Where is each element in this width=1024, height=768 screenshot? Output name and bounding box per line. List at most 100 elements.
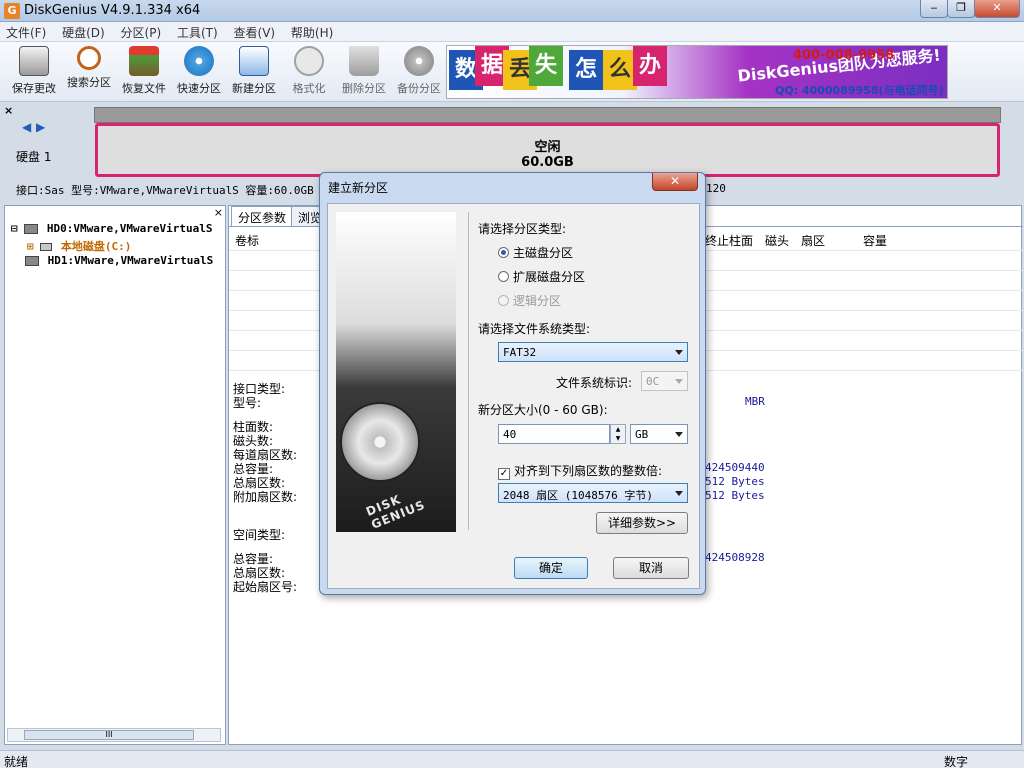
col-head[interactable]: 磁头 — [765, 232, 789, 249]
partition-icon — [40, 243, 53, 251]
value-total-bytes: 424509440 — [705, 461, 765, 474]
dialog-close-button[interactable]: ✕ — [652, 173, 698, 191]
tree-item-hd1-label: HD1:VMware,VMwareVirtualS — [47, 254, 214, 267]
menu-help[interactable]: 帮助(H) — [285, 22, 339, 43]
tree-item-hd0[interactable]: ⊟ HD0:VMware,VMwareVirtualS — [11, 222, 212, 235]
hard-disk-icon — [24, 224, 39, 234]
radio-logical-label: 逻辑分区 — [513, 294, 562, 308]
new-partition-icon — [239, 46, 269, 76]
align-checkbox-row[interactable]: ✓ 对齐到下列扇区数的整数倍: — [498, 462, 662, 480]
radio-disabled-icon — [498, 295, 509, 306]
size-label: 新分区大小(0 - 60 GB): — [478, 403, 608, 417]
search-icon — [77, 46, 101, 70]
scrollbar-thumb[interactable]: III — [24, 730, 194, 740]
recover-files-label: 恢复文件 — [122, 82, 166, 95]
size-unit-value: GB — [635, 428, 649, 441]
fs-type-select[interactable]: FAT32 — [498, 342, 688, 362]
chevron-down-icon — [675, 432, 683, 437]
quick-partition-button[interactable]: 快速分区 — [171, 46, 227, 98]
delete-partition-label: 删除分区 — [342, 82, 386, 95]
format-button[interactable]: 格式化 — [281, 46, 337, 98]
tree-close-icon[interactable]: × — [214, 206, 223, 219]
window-title: DiskGenius V4.9.1.334 x64 — [24, 3, 201, 18]
backup-icon — [404, 46, 434, 76]
delete-partition-button[interactable]: 删除分区 — [336, 46, 392, 98]
size-stepper[interactable]: ▲ ▼ — [610, 424, 626, 444]
backup-partition-button[interactable]: 备份分区 — [391, 46, 447, 98]
label-space-type: 空间类型: — [233, 528, 286, 542]
partition-size-input[interactable]: 40 — [498, 424, 610, 444]
radio-extended-label: 扩展磁盘分区 — [513, 270, 586, 284]
chevron-down-icon — [675, 350, 683, 355]
tab-partition-params[interactable]: 分区参数 — [231, 206, 294, 226]
format-icon — [294, 46, 324, 76]
expand-icon[interactable]: ⊞ — [27, 240, 34, 253]
free-space-size: 60.0GB — [521, 155, 574, 170]
menu-view[interactable]: 查看(V) — [228, 22, 282, 43]
new-partition-button[interactable]: 新建分区 — [226, 46, 282, 98]
fs-id-label: 文件系统标识: — [556, 376, 633, 390]
cancel-button[interactable]: 取消 — [613, 557, 689, 579]
hard-disk-icon — [25, 256, 39, 266]
menu-tools[interactable]: 工具(T) — [171, 22, 224, 43]
free-space-block[interactable]: 空闲 60.0GB — [95, 123, 1000, 177]
ad-char-7: 办 — [633, 46, 667, 86]
align-sectors-value: 2048 扇区 (1048576 字节) — [503, 489, 653, 502]
align-sectors-select[interactable]: 2048 扇区 (1048576 字节) — [498, 483, 688, 503]
ad-char-4: 失 — [529, 46, 563, 86]
radio-extended-partition[interactable]: 扩展磁盘分区 — [498, 268, 585, 285]
ad-phone-number: 400-008-9958 — [793, 48, 895, 63]
ad-banner[interactable]: 数 据 丢 失 怎 么 办 DiskGenius团队为您服务! 400-008-… — [446, 45, 948, 99]
ok-button[interactable]: 确定 — [514, 557, 588, 579]
dialog-body: DISK GENIUS 请选择分区类型: 主磁盘分区 扩展磁盘分区 逻辑分区 请… — [327, 203, 700, 589]
size-unit-select[interactable]: GB — [630, 424, 688, 444]
tree-item-hd1[interactable]: HD1:VMware,VMwareVirtualS — [25, 254, 213, 267]
quick-partition-label: 快速分区 — [177, 82, 221, 95]
delete-icon — [349, 46, 379, 76]
save-changes-button[interactable]: 保存更改 — [6, 46, 62, 98]
maximize-button[interactable]: ❐ — [947, 0, 975, 18]
radio-primary-partition[interactable]: 主磁盘分区 — [498, 244, 573, 261]
tree-horizontal-scrollbar[interactable]: III — [7, 728, 221, 742]
dialog-separator — [468, 212, 469, 530]
menu-disk[interactable]: 硬盘(D) — [56, 22, 111, 43]
minimize-button[interactable]: ‒ — [920, 0, 948, 18]
label-extra-sectors: 附加扇区数: — [233, 490, 298, 504]
menu-bar: 文件(F) 硬盘(D) 分区(P) 工具(T) 查看(V) 帮助(H) — [0, 22, 1024, 42]
recover-files-button[interactable]: 恢复文件 — [116, 46, 172, 98]
col-volume-label[interactable]: 卷标 — [235, 232, 259, 249]
col-sector[interactable]: 扇区 — [801, 232, 825, 249]
fs-id-value: 0C — [646, 375, 660, 388]
new-partition-dialog: 建立新分区 ✕ DISK GENIUS 请选择分区类型: 主磁盘分区 扩展磁盘分… — [319, 172, 706, 595]
collapse-icon[interactable]: ⊟ — [11, 222, 18, 235]
col-end-cylinder[interactable]: 终止柱面 — [705, 232, 753, 249]
next-disk-icon[interactable]: ▶ — [36, 120, 45, 134]
menu-partition[interactable]: 分区(P) — [115, 22, 168, 43]
radio-primary-label: 主磁盘分区 — [513, 246, 574, 260]
search-partition-button[interactable]: 搜索分区 — [61, 46, 117, 98]
fs-type-value: FAT32 — [503, 346, 537, 359]
hard-disk-illustration: DISK GENIUS — [336, 212, 456, 532]
previous-disk-icon[interactable]: ◀ — [22, 120, 31, 134]
chevron-down-icon — [675, 491, 683, 496]
backup-partition-label: 备份分区 — [397, 82, 441, 95]
ad-char-6: 么 — [603, 50, 637, 90]
value-sector-size: 512 Bytes — [705, 475, 765, 488]
tree-item-partition-c[interactable]: ⊞ 本地磁盘(C:) — [27, 238, 131, 254]
value-physical-sector-size: 512 Bytes — [705, 489, 765, 502]
radio-unchecked-icon[interactable] — [498, 271, 509, 282]
ad-qq-number: QQ: 4000089958(与电话同号) — [775, 84, 944, 97]
disk-info-text: 接口:Sas 型号:VMware,VMwareVirtualS 容量:60.0G… — [16, 184, 314, 197]
col-capacity[interactable]: 容量 — [863, 232, 887, 249]
menu-file[interactable]: 文件(F) — [0, 22, 52, 43]
align-label: 对齐到下列扇区数的整数倍: — [514, 464, 663, 478]
advanced-params-button[interactable]: 详细参数>> — [596, 512, 688, 534]
close-window-button[interactable]: ✕ — [974, 0, 1020, 18]
title-bar: G DiskGenius V4.9.1.334 x64 ‒ ❐ ✕ — [0, 0, 1024, 22]
align-checkbox[interactable]: ✓ — [498, 468, 510, 480]
free-space-name: 空闲 — [534, 140, 561, 155]
format-label: 格式化 — [292, 82, 326, 95]
disk-map-close-icon[interactable]: × — [4, 104, 13, 117]
radio-checked-icon[interactable] — [498, 247, 509, 258]
disk-info-line: 接口:Sas 型号:VMware,VMwareVirtualS 容量:60.0G… — [16, 182, 726, 198]
